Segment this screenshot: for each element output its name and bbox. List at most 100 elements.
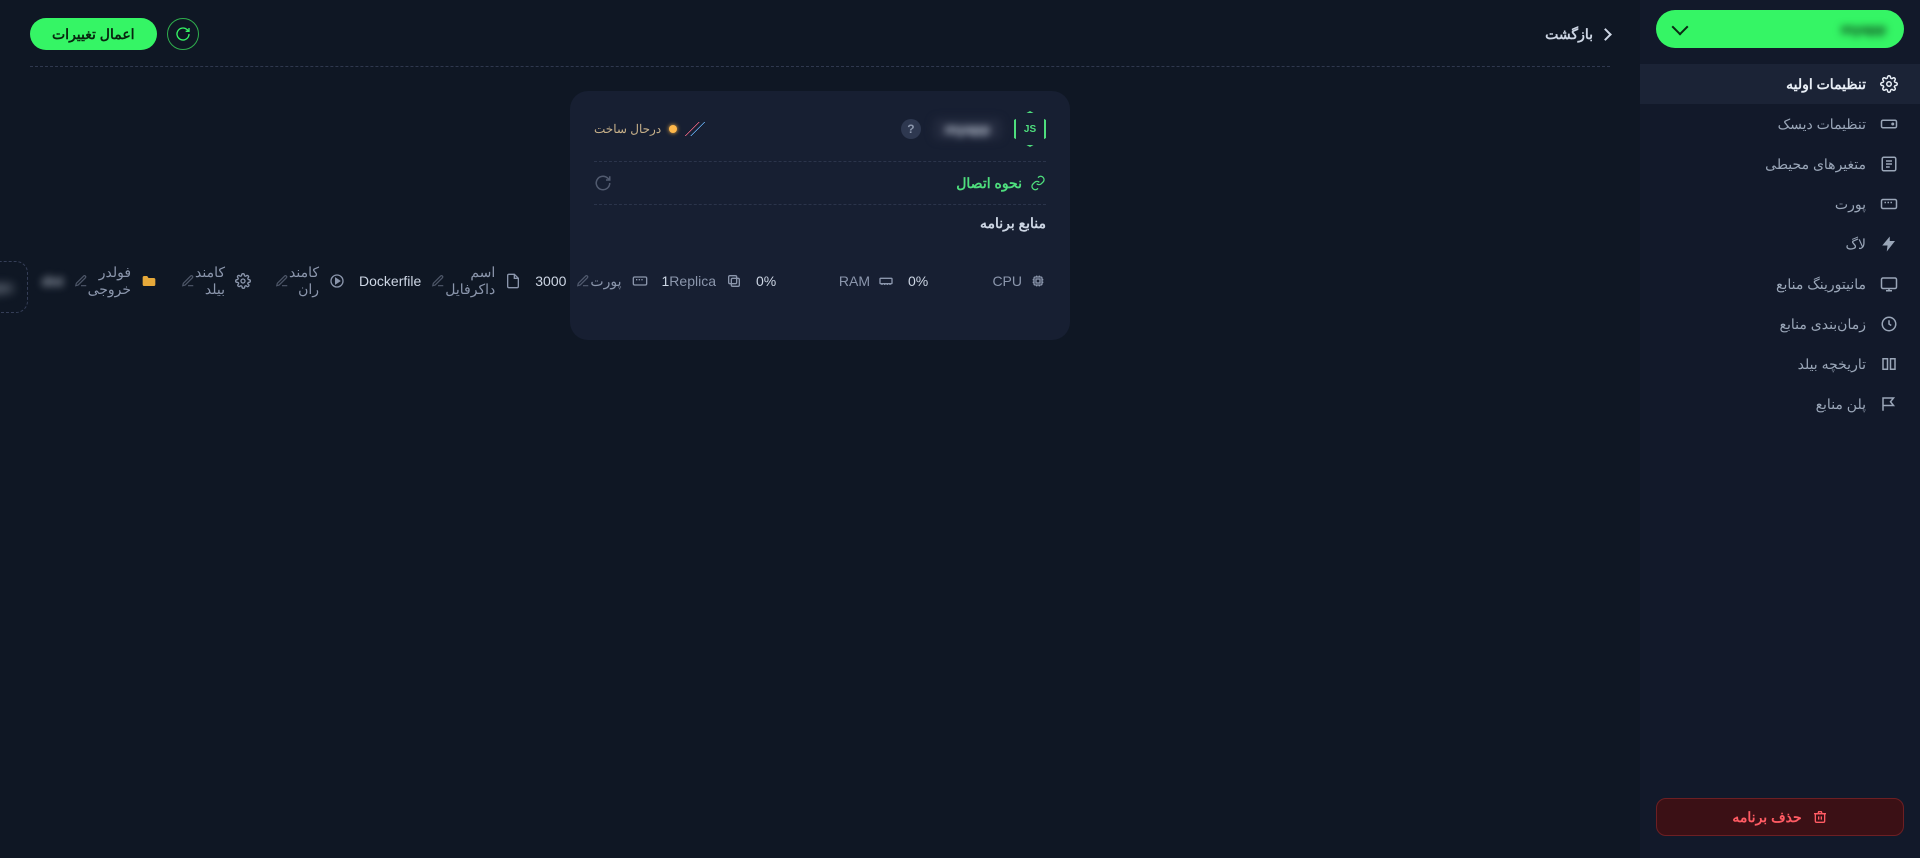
ram-row: RAM 0% — [756, 266, 894, 296]
edit-dockerfile-button[interactable] — [431, 274, 445, 288]
repo-name: user/repo — [0, 279, 13, 295]
out-folder-row: فولدر خروجی dist — [42, 256, 157, 306]
pencil-icon — [431, 274, 445, 288]
replica-value: 1 — [662, 273, 670, 289]
run-cmd-row: کامند ران — [265, 256, 345, 306]
nav-label: مانیتورینگ منابع — [1776, 276, 1866, 293]
ram-value: 0% — [756, 273, 796, 289]
sidebar: myapp تنظیمات اولیه تنظیمات دیسک متغ — [1640, 0, 1920, 858]
out-folder-label: فولدر خروجی — [88, 264, 131, 298]
cpu-label: CPU — [992, 273, 1022, 289]
port-icon — [1880, 195, 1898, 213]
folder-icon — [141, 273, 157, 289]
project-dropdown[interactable]: myapp — [1656, 10, 1904, 48]
repo-box: user/repo main — [0, 261, 28, 313]
gear-icon — [1880, 75, 1898, 93]
refresh-button[interactable] — [167, 18, 199, 50]
clock-icon — [1880, 315, 1898, 333]
nav-basic-settings[interactable]: تنظیمات اولیه — [1640, 64, 1920, 104]
edit-build-cmd-button[interactable] — [181, 274, 195, 288]
nav-monitoring[interactable]: مانیتورینگ منابع — [1640, 264, 1920, 304]
cpu-value: 0% — [908, 273, 948, 289]
cpu-icon — [1030, 273, 1046, 289]
dockerfile-value: Dockerfile — [359, 273, 421, 289]
resources-title: منابع برنامه — [594, 204, 1046, 232]
edit-port-button[interactable] — [576, 274, 590, 288]
nav-label: تنظیمات اولیه — [1786, 76, 1866, 93]
disk-icon — [1880, 115, 1898, 133]
connection-link[interactable]: نحوه اتصال — [956, 175, 1046, 192]
project-name: myapp — [1841, 21, 1886, 37]
status-text: درحال ساخت — [594, 122, 661, 136]
main-panel: بازگشت اعمال تغییرات JS myapp ? — [0, 0, 1640, 858]
play-icon — [329, 273, 345, 289]
nav-log[interactable]: لاگ — [1640, 224, 1920, 264]
refresh-connection-button[interactable] — [594, 174, 612, 192]
delete-app-button[interactable]: حذف برنامه — [1656, 798, 1904, 836]
apply-changes-button[interactable]: اعمال تغییرات — [30, 18, 157, 50]
file-icon — [505, 273, 521, 289]
divider — [30, 66, 1610, 67]
replica-label: Replica — [669, 273, 716, 289]
nav-label: پورت — [1835, 196, 1866, 213]
nav-build-history[interactable]: تاریخچه بیلد — [1640, 344, 1920, 384]
nav-label: تنظیمات دیسک — [1778, 116, 1866, 133]
build-cmd-label: کامند بیلد — [195, 264, 225, 298]
nav-label: تاریخچه بیلد — [1798, 356, 1866, 373]
nav-resource-plan[interactable]: پلن منابع — [1640, 384, 1920, 424]
refresh-icon — [175, 26, 191, 42]
trash-icon — [1812, 809, 1828, 825]
build-cmd-row: کامند بیلد — [171, 256, 251, 306]
port-row: پورت 3000 — [535, 265, 647, 298]
run-cmd-label: کامند ران — [289, 264, 319, 298]
history-icon — [1880, 355, 1898, 373]
port-label: پورت — [590, 273, 621, 290]
status-dot-icon — [669, 125, 677, 133]
pencil-icon — [275, 274, 289, 288]
dockerfile-row: اسم داکرفایل Dockerfile — [359, 256, 521, 306]
pencil-icon — [576, 274, 590, 288]
cpu-row: CPU 0% RAM 0% — [594, 242, 1046, 320]
app-name: myapp — [933, 118, 1002, 140]
nav-label: لاگ — [1845, 236, 1866, 253]
nav-label: متغیرهای محیطی — [1765, 156, 1866, 173]
nodejs-icon: JS — [1014, 111, 1046, 147]
nav-label: پلن منابع — [1816, 396, 1866, 413]
top-actions: اعمال تغییرات — [30, 18, 199, 50]
variables-icon — [1880, 155, 1898, 173]
port-value: 3000 — [535, 273, 566, 289]
edit-run-cmd-button[interactable] — [275, 274, 289, 288]
nav-port[interactable]: پورت — [1640, 184, 1920, 224]
edit-out-folder-button[interactable] — [74, 274, 88, 288]
sparkline-icon — [685, 122, 705, 136]
chevron-right-icon — [1599, 28, 1612, 41]
delete-label: حذف برنامه — [1732, 809, 1801, 826]
app-card: JS myapp ? درحال ساخت نحوه اتصال — [570, 91, 1070, 340]
nav-label: زمان‌بندی منابع — [1780, 316, 1866, 333]
back-button[interactable]: بازگشت — [1545, 26, 1610, 43]
pencil-icon — [74, 274, 88, 288]
chevron-down-icon — [1672, 19, 1689, 36]
back-label: بازگشت — [1545, 26, 1593, 43]
nav-list: تنظیمات اولیه تنظیمات دیسک متغیرهای محیط… — [1640, 64, 1920, 786]
pencil-icon — [181, 274, 195, 288]
replica-icon — [726, 273, 742, 289]
apply-label: اعمال تغییرات — [52, 26, 135, 43]
dockerfile-label: اسم داکرفایل — [445, 264, 495, 298]
monitor-icon — [1880, 275, 1898, 293]
nav-scheduling[interactable]: زمان‌بندی منابع — [1640, 304, 1920, 344]
nav-env-vars[interactable]: متغیرهای محیطی — [1640, 144, 1920, 184]
help-icon[interactable]: ? — [901, 119, 921, 139]
flag-icon — [1880, 395, 1898, 413]
connection-label: نحوه اتصال — [956, 175, 1022, 192]
gear-icon — [235, 273, 251, 289]
port-icon — [632, 273, 648, 289]
out-folder-value: dist — [42, 273, 64, 289]
ram-label: RAM — [839, 273, 870, 289]
nav-disk-settings[interactable]: تنظیمات دیسک — [1640, 104, 1920, 144]
refresh-icon — [594, 174, 612, 192]
replica-row: Replica 1 — [662, 265, 743, 297]
build-status: درحال ساخت — [594, 122, 705, 136]
ram-icon — [878, 273, 894, 289]
link-icon — [1030, 175, 1046, 191]
